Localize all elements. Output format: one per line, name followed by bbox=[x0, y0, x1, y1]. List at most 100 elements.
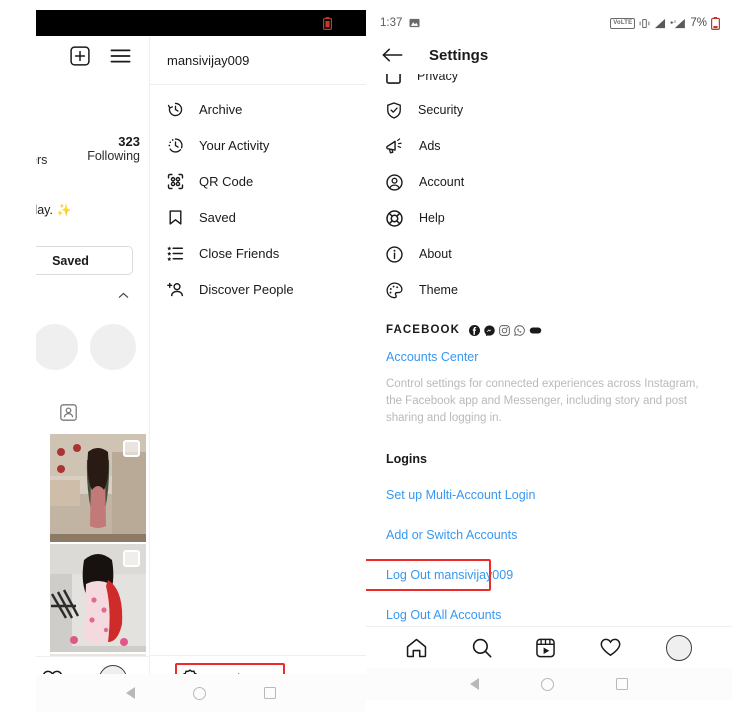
your-activity-clock-icon bbox=[167, 137, 184, 154]
heart-icon[interactable] bbox=[600, 638, 621, 657]
left-status-bar bbox=[36, 10, 366, 36]
menu-item-your-activity[interactable]: Your Activity bbox=[150, 127, 366, 163]
menu-item-saved[interactable]: Saved bbox=[150, 199, 366, 235]
chevron-up-icon[interactable] bbox=[118, 288, 129, 302]
settings-item-label: Help bbox=[419, 211, 445, 225]
facebook-brand-icons bbox=[468, 324, 542, 336]
account-circle-icon bbox=[386, 173, 403, 191]
volte-badge: VoLTE bbox=[610, 17, 636, 29]
status-indicators: VoLTE 4 7% bbox=[610, 16, 721, 30]
privacy-square-icon bbox=[386, 74, 401, 84]
right-bottom-tabbar bbox=[366, 626, 732, 668]
menu-item-qr-code[interactable]: QR Code bbox=[150, 163, 366, 199]
settings-item-security[interactable]: Security bbox=[366, 92, 732, 128]
hamburger-menu-icon[interactable] bbox=[110, 48, 131, 64]
plus-square-icon[interactable] bbox=[70, 46, 90, 66]
qr-code-icon bbox=[167, 173, 184, 190]
facebook-icon bbox=[468, 324, 480, 336]
home-circle-icon[interactable] bbox=[193, 686, 206, 700]
grid-photo[interactable] bbox=[50, 434, 146, 542]
multi-post-badge-icon bbox=[123, 550, 140, 567]
recents-square-icon[interactable] bbox=[616, 678, 628, 690]
followers-label-partial: ers bbox=[36, 153, 48, 167]
oculus-icon bbox=[529, 326, 542, 335]
facebook-description: Control settings for connected experienc… bbox=[386, 378, 699, 424]
photo-icon bbox=[409, 18, 420, 28]
left-phone-screenshot: 323 Following ers yday. ✨ Saved bbox=[36, 10, 366, 700]
battery-low-icon bbox=[711, 16, 721, 30]
settings-scroll-area[interactable]: Privacy Security Ads Account Help About … bbox=[366, 74, 732, 652]
palette-icon bbox=[386, 281, 403, 299]
settings-item-ads[interactable]: Ads bbox=[366, 128, 732, 164]
settings-item-theme[interactable]: Theme bbox=[366, 272, 732, 308]
facebook-section-header: FACEBOOK bbox=[366, 324, 732, 336]
back-triangle-icon[interactable] bbox=[470, 678, 479, 690]
log-out-all-accounts-link[interactable]: Log Out All Accounts bbox=[366, 608, 732, 622]
menu-item-label: QR Code bbox=[199, 173, 254, 189]
sparkle-emoji-icon: ✨ bbox=[56, 203, 72, 217]
settings-header: Settings bbox=[366, 36, 732, 74]
status-time: 1:37 bbox=[380, 17, 403, 29]
back-arrow-icon[interactable] bbox=[382, 47, 403, 63]
settings-item-privacy[interactable]: Privacy bbox=[366, 74, 732, 92]
menu-item-archive[interactable]: Archive bbox=[150, 91, 366, 127]
right-system-nav bbox=[366, 668, 732, 700]
right-phone-screenshot: 1:37 VoLTE 4 7% Settings Privacy Securit… bbox=[366, 10, 732, 700]
settings-item-label: Account bbox=[419, 175, 465, 189]
multi-post-badge-icon bbox=[123, 440, 140, 457]
bookmark-icon bbox=[167, 209, 184, 226]
left-phone-body: 323 Following ers yday. ✨ Saved bbox=[36, 36, 366, 700]
recents-square-icon[interactable] bbox=[264, 687, 276, 699]
instagram-icon bbox=[499, 324, 510, 336]
settings-item-label: Ads bbox=[419, 139, 441, 153]
following-label: Following bbox=[87, 149, 140, 163]
home-circle-icon[interactable] bbox=[541, 677, 554, 691]
megaphone-icon bbox=[386, 138, 403, 154]
info-circle-icon bbox=[386, 245, 403, 263]
menu-item-label: Archive bbox=[199, 101, 243, 117]
accounts-center-link[interactable]: Accounts Center bbox=[366, 350, 732, 364]
menu-item-label: Close Friends bbox=[199, 245, 280, 261]
menu-item-label: Saved bbox=[199, 209, 236, 225]
help-lifebuoy-icon bbox=[386, 209, 403, 227]
saved-button[interactable]: Saved bbox=[36, 246, 133, 275]
vibrate-icon bbox=[639, 18, 650, 29]
following-stat[interactable]: 323 Following bbox=[70, 134, 140, 163]
settings-item-about[interactable]: About bbox=[366, 236, 732, 272]
menu-item-label: Your Activity bbox=[199, 137, 270, 153]
story-highlight-circle[interactable] bbox=[36, 324, 78, 370]
messenger-icon bbox=[484, 324, 495, 336]
whatsapp-icon bbox=[514, 324, 525, 336]
menu-item-close-friends[interactable]: Close Friends bbox=[150, 235, 366, 271]
signal-bars-icon: 4 bbox=[670, 18, 686, 29]
settings-item-label: Privacy bbox=[417, 74, 458, 83]
menu-item-label: Discover People bbox=[199, 281, 294, 297]
left-system-nav bbox=[36, 674, 366, 712]
tagged-person-icon[interactable] bbox=[60, 404, 77, 426]
menu-username[interactable]: mansivijay009 bbox=[150, 36, 366, 85]
profile-bio-partial: yday. ✨ bbox=[36, 203, 71, 217]
settings-item-account[interactable]: Account bbox=[366, 164, 732, 200]
setup-multi-account-login-link[interactable]: Set up Multi-Account Login bbox=[366, 488, 732, 502]
reels-icon[interactable] bbox=[536, 638, 556, 658]
avatar-circle-icon[interactable] bbox=[665, 634, 692, 661]
settings-item-help[interactable]: Help bbox=[366, 200, 732, 236]
svg-text:4: 4 bbox=[674, 18, 677, 23]
discover-people-icon bbox=[167, 281, 184, 298]
log-out-user-label: Log Out mansivijay009 bbox=[386, 568, 514, 582]
add-or-switch-accounts-link[interactable]: Add or Switch Accounts bbox=[366, 528, 732, 542]
shield-check-icon bbox=[386, 101, 402, 119]
home-icon[interactable] bbox=[406, 638, 427, 658]
grid-photo[interactable] bbox=[50, 544, 146, 652]
logins-heading: Logins bbox=[386, 452, 427, 466]
menu-item-discover-people[interactable]: Discover People bbox=[150, 271, 366, 307]
battery-percent: 7% bbox=[690, 17, 707, 29]
settings-item-label: Theme bbox=[419, 283, 458, 297]
back-triangle-icon[interactable] bbox=[126, 687, 135, 699]
facebook-heading: FACEBOOK bbox=[386, 324, 460, 336]
story-highlight-circle[interactable] bbox=[90, 324, 136, 370]
settings-item-label: About bbox=[419, 247, 452, 261]
log-out-user-link[interactable]: Log Out mansivijay009 bbox=[366, 559, 732, 591]
close-friends-list-icon bbox=[167, 245, 184, 262]
search-icon[interactable] bbox=[472, 638, 492, 658]
